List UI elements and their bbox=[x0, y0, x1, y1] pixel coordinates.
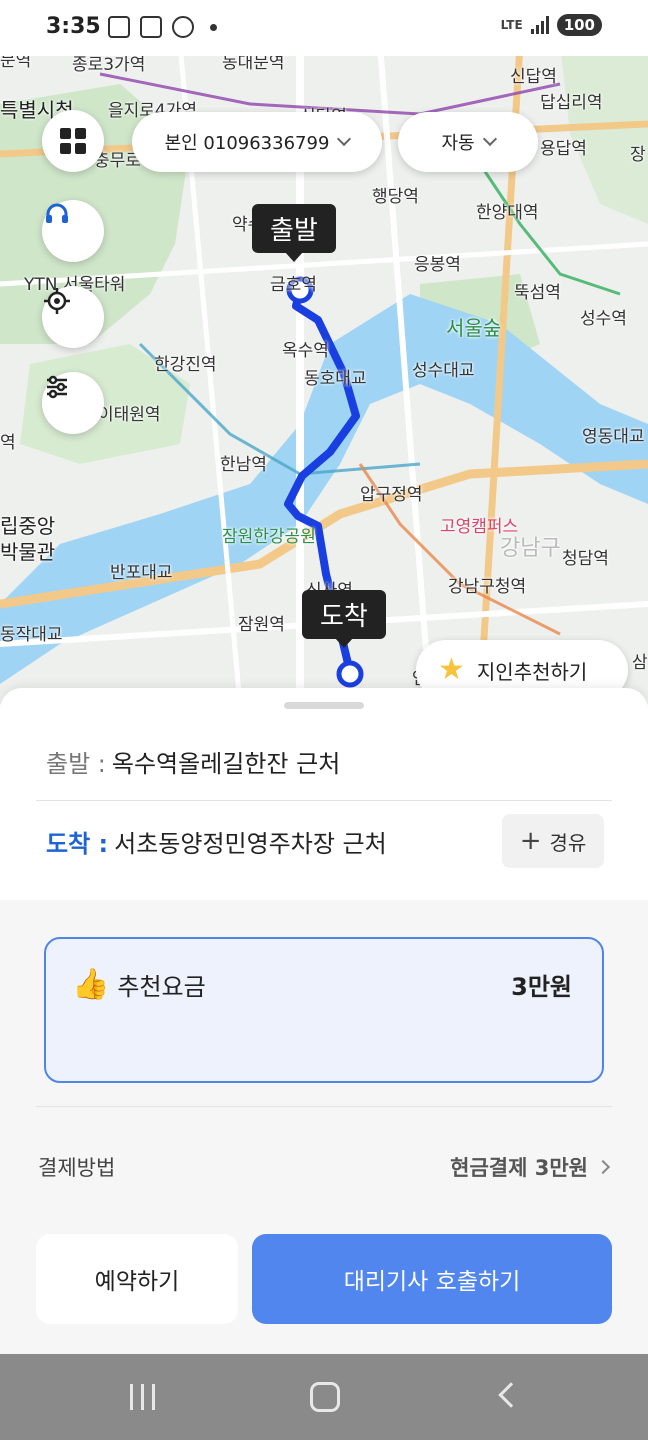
waypoint-label: 경유 bbox=[549, 830, 587, 855]
map-view[interactable]: 문역 종로3가역 동대문역 신답역 특별시청 을지로4가역 답십리역 충무로 신… bbox=[0, 44, 648, 704]
chevron-down-icon bbox=[482, 131, 497, 147]
map-label: 영동대교 bbox=[582, 427, 645, 447]
grid-icon bbox=[60, 128, 86, 154]
map-label: 한양대역 bbox=[476, 203, 539, 223]
end-location-row[interactable]: 도착 : 서초동양정민영주차장 근처 bbox=[46, 824, 387, 859]
account-selector[interactable]: 본인 01096336799 bbox=[132, 112, 382, 172]
signal-icon bbox=[530, 16, 549, 34]
support-button[interactable] bbox=[42, 200, 104, 262]
map-label: 한강진역 bbox=[154, 355, 217, 375]
headset-icon bbox=[46, 203, 68, 223]
payment-method-value: 현금결제 3만원 bbox=[450, 1156, 588, 1180]
status-notification-icons bbox=[108, 16, 217, 38]
start-location-label: 출발 : bbox=[46, 750, 106, 778]
screenshot-icon bbox=[108, 16, 130, 38]
sheet-drag-handle[interactable] bbox=[284, 702, 364, 709]
map-label: 성수역 bbox=[580, 309, 627, 329]
map-label: 립중앙 bbox=[0, 514, 56, 538]
map-label: 장 bbox=[630, 145, 646, 165]
chevron-right-icon bbox=[595, 1159, 611, 1175]
start-marker-label: 출발 bbox=[252, 204, 336, 262]
missed-call-icon bbox=[172, 16, 194, 38]
call-driver-button[interactable]: 대리기사 호출하기 bbox=[252, 1234, 612, 1324]
fare-label: 추천요금 bbox=[117, 973, 206, 1001]
map-label: 반포대교 bbox=[110, 563, 173, 583]
mode-label: 자동 bbox=[441, 133, 475, 154]
trip-sheet: 출발 : 옥수역올레길한잔 근처 도착 : 서초동양정민영주차장 근처 + 경유… bbox=[0, 688, 648, 1354]
map-label: 서울숲 bbox=[446, 316, 502, 340]
sliders-icon bbox=[47, 375, 67, 399]
mode-selector[interactable]: 자동 bbox=[398, 112, 538, 172]
crosshair-icon bbox=[44, 288, 70, 314]
map-label: 박물관 bbox=[0, 540, 56, 564]
end-marker-label: 도착 bbox=[302, 590, 386, 648]
map-label: 답십리역 bbox=[540, 93, 603, 113]
start-location-row[interactable]: 출발 : 옥수역올레길한잔 근처 bbox=[46, 744, 340, 779]
map-label: 옥수역 bbox=[282, 341, 329, 361]
plus-icon: + bbox=[519, 826, 542, 856]
map-label: 용답역 bbox=[540, 139, 587, 159]
end-location-value: 서초동양정민영주차장 근처 bbox=[114, 830, 387, 858]
current-location-button[interactable] bbox=[42, 286, 104, 348]
map-label: 이태원역 bbox=[98, 405, 161, 425]
home-icon[interactable] bbox=[310, 1382, 340, 1412]
map-label: 동호대교 bbox=[304, 369, 367, 389]
map-label: 잠원한강공원 bbox=[222, 527, 316, 547]
status-time: 3:35 bbox=[46, 14, 101, 39]
battery-indicator: 100 bbox=[556, 14, 602, 36]
system-nav-bar bbox=[0, 1354, 648, 1440]
add-waypoint-button[interactable]: + 경유 bbox=[502, 814, 604, 868]
start-location-value: 옥수역올레길한잔 근처 bbox=[111, 750, 341, 778]
divider bbox=[36, 1106, 612, 1107]
divider bbox=[36, 800, 612, 801]
map-label: 성수대교 bbox=[412, 361, 475, 381]
fare-card[interactable]: 👍 추천요금 3만원 bbox=[44, 937, 604, 1083]
reserve-button[interactable]: 예약하기 bbox=[36, 1234, 238, 1324]
map-label: 뚝섬역 bbox=[514, 283, 561, 303]
recents-icon[interactable] bbox=[130, 1384, 155, 1410]
menu-grid-button[interactable] bbox=[42, 110, 104, 172]
map-label: 역 bbox=[0, 433, 16, 453]
map-label: 행당역 bbox=[372, 187, 419, 207]
map-label: 금호역 bbox=[270, 275, 317, 295]
back-icon[interactable] bbox=[498, 1382, 524, 1408]
chevron-down-icon bbox=[337, 131, 352, 147]
map-settings-button[interactable] bbox=[42, 372, 104, 434]
end-pin-icon bbox=[336, 660, 364, 688]
status-right: LTE 100 bbox=[501, 14, 602, 36]
network-indicator: LTE bbox=[500, 18, 523, 32]
map-label: 강남구 bbox=[500, 536, 561, 561]
map-label: 신답역 bbox=[510, 67, 557, 87]
fare-section: 👍 추천요금 3만원 결제방법 현금결제 3만원 예약하기 대리기사 호출하기 bbox=[0, 900, 648, 1354]
payment-method-label: 결제방법 bbox=[38, 1156, 116, 1180]
end-location-label: 도착 : bbox=[46, 830, 109, 858]
app-notification-icon bbox=[140, 16, 162, 38]
fare-value: 3만원 bbox=[511, 973, 572, 1001]
map-label: 강남구청역 bbox=[448, 577, 527, 597]
thumbs-up-icon: 👍 bbox=[72, 966, 110, 1002]
map-label: 압구정역 bbox=[360, 485, 423, 505]
more-notifications-icon bbox=[210, 23, 217, 31]
payment-method-selector[interactable]: 현금결제 3만원 bbox=[450, 1152, 611, 1182]
status-bar: 3:35 LTE 100 bbox=[0, 0, 648, 56]
account-label: 본인 01096336799 bbox=[164, 133, 330, 154]
map-label: 잠원역 bbox=[238, 615, 285, 635]
map-label: 응봉역 bbox=[414, 255, 461, 275]
map-label: 동작대교 bbox=[0, 625, 63, 645]
recommend-label: 지인추천하기 bbox=[476, 659, 588, 684]
map-label: 한남역 bbox=[220, 455, 267, 475]
star-icon: ★ bbox=[438, 652, 465, 687]
map-label: 청담역 bbox=[562, 549, 609, 569]
map-label: 삼 bbox=[632, 653, 648, 673]
